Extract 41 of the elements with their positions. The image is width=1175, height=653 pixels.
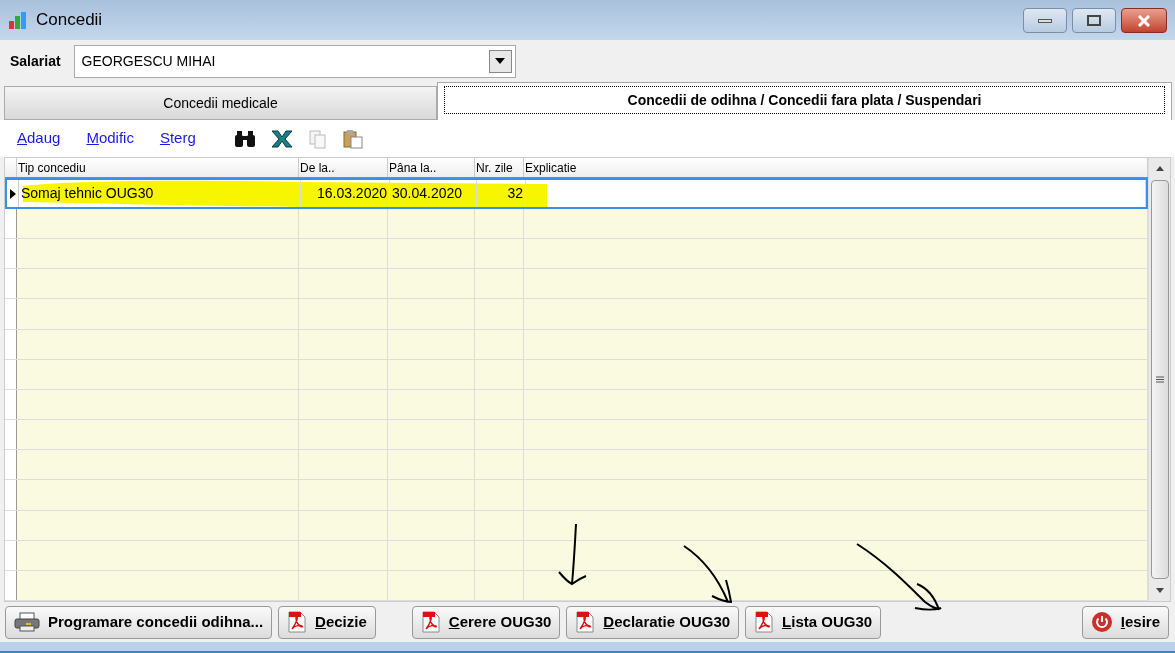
table-cell: 30.04.2020 — [392, 185, 463, 201]
clipboard-icon[interactable] — [341, 128, 364, 149]
table-cell: 32 — [507, 185, 523, 201]
printer-icon — [14, 612, 40, 632]
close-button[interactable] — [1121, 8, 1167, 33]
pdf-file-icon — [420, 611, 441, 633]
tab[interactable]: Concedii de odihna / Concedii fara plata / Suspendari — [437, 82, 1172, 120]
grip-icon — [1155, 376, 1164, 383]
action-button[interactable]: Cerere OUG30 — [411, 605, 561, 639]
action-button[interactable]: Decizie — [278, 605, 376, 639]
employee-dropdown[interactable]: GEORGESCU MIHAI — [73, 44, 516, 78]
column-header[interactable]: Tip concediu — [17, 158, 299, 177]
caret-icon — [495, 58, 506, 64]
action-button[interactable]: Iesire — [1081, 605, 1169, 639]
action-button[interactable]: Declaratie OUG30 — [566, 605, 740, 639]
binoculars-icon[interactable] — [233, 129, 256, 148]
toolbar-link[interactable]: Modific — [86, 127, 134, 150]
tab[interactable]: Concedii medicale — [4, 86, 437, 120]
maximize-button[interactable] — [1072, 8, 1116, 33]
action-button[interactable]: Programare concedii odihna... — [5, 605, 273, 639]
hand-drawn-arrow-drawing — [555, 522, 589, 588]
scrollbar-thumb[interactable] — [1150, 180, 1169, 579]
employee-label: Salariat — [10, 51, 61, 71]
minimize-button[interactable] — [1023, 8, 1067, 33]
column-header[interactable]: Nr. zile — [475, 158, 524, 177]
table-cell: 16.03.2020 — [316, 185, 387, 201]
vertical-scrollbar[interactable] — [1148, 158, 1170, 601]
toolbar-link[interactable]: Sterg — [159, 127, 196, 150]
column-header[interactable]: Pâna la.. — [388, 158, 475, 177]
bar-chart-icon — [8, 10, 28, 30]
spreadsheet-x-icon[interactable] — [269, 129, 294, 148]
action-button[interactable]: Lista OUG30 — [745, 605, 882, 639]
pdf-file-icon — [575, 611, 596, 633]
row-pointer-icon — [9, 188, 16, 199]
column-header[interactable]: De la.. — [299, 158, 388, 177]
pdf-file-icon — [754, 611, 775, 633]
power-icon — [1090, 611, 1113, 633]
close-icon — [1137, 14, 1151, 27]
pdf-file-icon — [287, 611, 308, 633]
toolbar-link[interactable]: Adaug — [17, 127, 61, 150]
window-title: Concedii — [36, 9, 103, 32]
